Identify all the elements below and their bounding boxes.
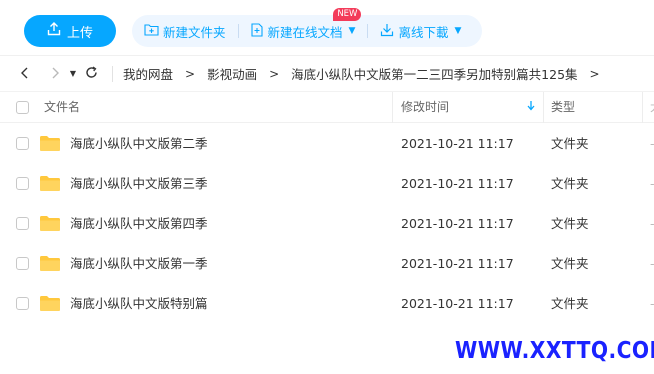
- file-modified: 2021-10-21 11:17: [401, 256, 514, 271]
- table-row[interactable]: 海底小纵队中文版特别篇 2021-10-21 11:17 文件夹 -: [0, 284, 654, 324]
- table-row[interactable]: 海底小纵队中文版第三季 2021-10-21 11:17 文件夹 -: [0, 164, 654, 204]
- row-checkbox[interactable]: [16, 177, 29, 190]
- offline-download-button[interactable]: 离线下載 ▼: [368, 15, 473, 47]
- new-online-doc-label: 新建在线文档: [267, 24, 343, 40]
- file-type: 文件夹: [551, 176, 589, 191]
- file-modified: 2021-10-21 11:17: [401, 136, 514, 151]
- caret-down-icon[interactable]: ▼: [66, 69, 80, 78]
- table-row[interactable]: 海底小纵队中文版第一季 2021-10-21 11:17 文件夹 -: [0, 244, 654, 284]
- file-type: 文件夹: [551, 296, 589, 311]
- column-header-size[interactable]: 大: [650, 92, 654, 123]
- caret-down-icon: ▼: [454, 26, 462, 36]
- file-name[interactable]: 海底小纵队中文版第四季: [70, 204, 208, 244]
- file-name[interactable]: 海底小纵队中文版特别篇: [70, 284, 208, 324]
- file-name[interactable]: 海底小纵队中文版第一季: [70, 244, 208, 284]
- table-row[interactable]: 海底小纵队中文版第二季 2021-10-21 11:17 文件夹 -: [0, 124, 654, 164]
- file-type: 文件夹: [551, 256, 589, 271]
- offline-download-label: 离线下載: [398, 24, 449, 40]
- file-modified: 2021-10-21 11:17: [401, 296, 514, 311]
- row-checkbox[interactable]: [16, 297, 29, 310]
- sort-down-icon[interactable]: [527, 92, 535, 123]
- file-type: 文件夹: [551, 216, 589, 231]
- upload-button[interactable]: 上传: [24, 15, 116, 47]
- file-size: -: [650, 164, 654, 204]
- toolbar-actions: 新建文件夹 新建在线文档 ▼ NEW 离线下載 ▼: [132, 8, 482, 47]
- file-type: 文件夹: [551, 136, 589, 151]
- new-folder-label: 新建文件夹: [163, 24, 226, 40]
- chevron-right-icon[interactable]: [44, 65, 66, 83]
- folder-icon: [40, 176, 60, 191]
- column-divider: [543, 92, 544, 123]
- breadcrumb-separator: >: [185, 66, 196, 81]
- column-header-name[interactable]: 文件名: [44, 92, 80, 123]
- file-size: -: [650, 284, 654, 324]
- toolbar: 上传 新建文件夹 新建在线文档 ▼ NEW 离线下載 ▼: [0, 0, 654, 55]
- folder-add-icon: [144, 23, 159, 39]
- file-size: -: [650, 204, 654, 244]
- breadcrumb-item-root[interactable]: 我的网盘: [123, 64, 173, 83]
- file-modified: 2021-10-21 11:17: [401, 176, 514, 191]
- watermark: WWW.XXTTQ.COM: [455, 338, 654, 364]
- file-modified: 2021-10-21 11:17: [401, 216, 514, 231]
- file-size: -: [650, 124, 654, 164]
- new-folder-button[interactable]: 新建文件夹: [132, 15, 238, 47]
- column-divider: [392, 92, 393, 123]
- folder-icon: [40, 296, 60, 311]
- new-online-doc-button[interactable]: 新建在线文档 ▼ NEW: [239, 8, 368, 47]
- folder-icon: [40, 256, 60, 271]
- column-header-modified[interactable]: 修改时间: [401, 92, 449, 123]
- breadcrumb-item-current[interactable]: 海底小纵队中文版第一二三四季另加特别篇共125集: [291, 64, 577, 83]
- column-divider: [642, 92, 643, 123]
- document-add-icon: [250, 22, 264, 40]
- table-row[interactable]: 海底小纵队中文版第四季 2021-10-21 11:17 文件夹 -: [0, 204, 654, 244]
- chevron-left-icon[interactable]: [14, 65, 36, 83]
- file-size: -: [650, 244, 654, 284]
- nav-divider: [112, 65, 113, 82]
- breadcrumb-separator: >: [589, 66, 600, 81]
- row-checkbox[interactable]: [16, 257, 29, 270]
- row-checkbox[interactable]: [16, 137, 29, 150]
- breadcrumb-item-category[interactable]: 影视动画: [207, 64, 257, 83]
- refresh-icon[interactable]: [80, 65, 102, 83]
- breadcrumb-separator: >: [269, 66, 280, 81]
- select-all-checkbox[interactable]: [16, 101, 29, 114]
- download-icon: [380, 23, 394, 40]
- folder-icon: [40, 136, 60, 151]
- table-header: 文件名 修改时间 类型 大: [0, 91, 654, 123]
- file-name[interactable]: 海底小纵队中文版第二季: [70, 124, 208, 164]
- row-checkbox[interactable]: [16, 217, 29, 230]
- navigation-bar: ▼ 我的网盘 > 影视动画 > 海底小纵队中文版第一二三四季另加特别篇共125集…: [0, 55, 654, 91]
- upload-icon: [47, 22, 61, 40]
- new-badge: NEW: [333, 8, 362, 21]
- file-name[interactable]: 海底小纵队中文版第三季: [70, 164, 208, 204]
- folder-icon: [40, 216, 60, 231]
- upload-label: 上传: [66, 25, 93, 41]
- column-header-type[interactable]: 类型: [551, 92, 575, 123]
- caret-down-icon: ▼: [348, 26, 356, 36]
